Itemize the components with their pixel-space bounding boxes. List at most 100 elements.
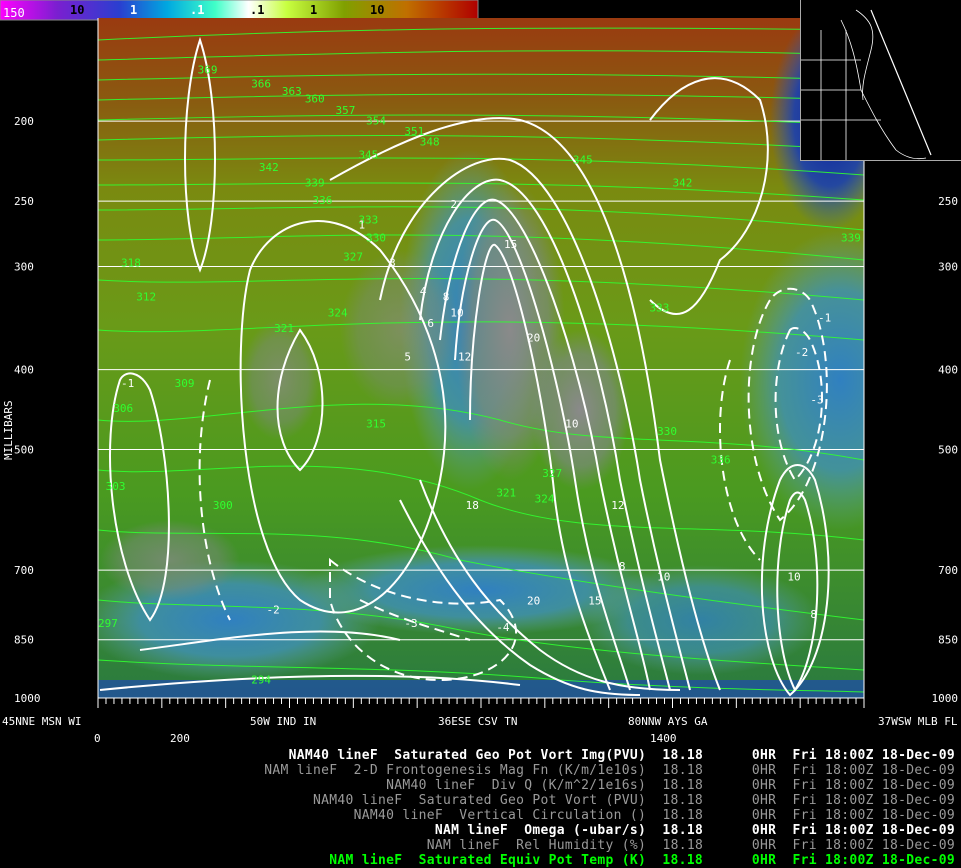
theta-e-label: 345	[573, 153, 593, 166]
omega-label: 18	[466, 499, 479, 512]
pressure-label: 850	[14, 634, 34, 647]
distance-label: 200	[170, 732, 190, 745]
theta-e-label: 303	[106, 480, 126, 493]
pressure-label: 400	[938, 364, 958, 377]
omega-label: 10	[657, 570, 670, 583]
omega-label: -3	[810, 394, 823, 407]
pressure-label: 1000	[932, 692, 959, 705]
distance-label: 1400	[650, 732, 677, 745]
legend-line: NAM40 lineF Div Q (K/m^2/1e16s) 18.18 0H…	[386, 778, 955, 793]
x-distance-labels: 0 200 1400	[94, 732, 677, 745]
theta-e-label: 300	[213, 499, 233, 512]
theta-e-label: 330	[657, 425, 677, 438]
theta-e-label: 369	[198, 63, 218, 76]
theta-e-label: 309	[175, 377, 195, 390]
station-label: 50W IND IN	[250, 715, 316, 728]
omega-label: 10	[787, 570, 800, 583]
theta-e-label: 339	[305, 176, 325, 189]
pressure-label: 300	[14, 260, 34, 273]
omega-label: 6	[427, 317, 434, 330]
legend-line: NAM lineF 2-D Frontogenesis Mag Fn (K/m/…	[264, 763, 955, 778]
y-axis-labels-right: 2002503004005007008501000	[932, 115, 959, 705]
station-label: 45NNE MSN WI	[2, 715, 81, 728]
theta-e-label: 342	[259, 161, 279, 174]
legend-line: NAM40 lineF Saturated Geo Pot Vort Img(P…	[288, 748, 955, 763]
omega-label: 8	[810, 608, 817, 621]
omega-label: 4	[420, 285, 427, 298]
state-lines	[801, 30, 881, 160]
us-map-outline	[801, 9, 932, 160]
station-labels: 45NNE MSN WI 50W IND IN 36ESE CSV TN 80NNW …	[2, 715, 958, 728]
theta-e-label: 354	[366, 115, 386, 128]
pressure-label: 1000	[14, 692, 41, 705]
omega-label: -2	[795, 346, 808, 359]
omega-label: 12	[611, 499, 624, 512]
pressure-label: 200	[14, 115, 34, 128]
pressure-label: 850	[938, 634, 958, 647]
omega-label: -1	[818, 312, 831, 325]
station-label: 37WSW MLB FL	[878, 715, 958, 728]
omega-label: 8	[443, 291, 450, 304]
colorbar-tick-label: 1	[130, 3, 137, 17]
omega-label: -3	[404, 617, 417, 630]
theta-e-label: 318	[121, 256, 141, 269]
omega-label: 20	[527, 332, 540, 345]
theta-e-label: 345	[358, 149, 378, 162]
theta-e-label: 348	[420, 135, 440, 148]
pressure-label: 700	[938, 564, 958, 577]
omega-label: 8	[619, 560, 626, 573]
colorbar-tick-label: 10	[370, 3, 384, 17]
omega-label: -4	[496, 621, 510, 634]
colorbar-tick-label: .1	[250, 3, 264, 17]
legend-line: NAM lineF Saturated Equiv Pot Temp (K) 1…	[329, 853, 955, 868]
pressure-label: 700	[14, 564, 34, 577]
y-axis-title: MILLIBARS	[2, 400, 15, 460]
omega-label: 15	[504, 238, 517, 251]
theta-e-label: 366	[251, 77, 271, 90]
omega-label: 10	[565, 417, 578, 430]
pressure-label: 500	[938, 444, 958, 457]
theta-e-label: 360	[305, 93, 325, 106]
legend-line: NAM lineF Omega (-ubar/s) 18.18 0HR Fri …	[434, 823, 955, 838]
theta-e-label: 330	[366, 232, 386, 245]
omega-label: 3	[389, 256, 396, 269]
theta-e-label: 297	[98, 617, 118, 630]
theta-e-label: 315	[366, 417, 386, 430]
omega-label: 2	[450, 198, 457, 211]
omega-label: 12	[458, 350, 471, 363]
theta-e-label: 336	[312, 194, 332, 207]
omega-label: 20	[527, 594, 540, 607]
station-label: 80NNW AYS GA	[628, 715, 708, 728]
omega-label: 1	[358, 219, 365, 232]
omega-label: -1	[121, 377, 134, 390]
theta-e-label: 339	[841, 232, 861, 245]
theta-e-label: 294	[251, 673, 271, 686]
theta-e-label: 327	[542, 467, 562, 480]
theta-e-label: 333	[650, 301, 670, 314]
y-axis-labels-left: 200 250 300 400 500 700 850 1000	[14, 115, 41, 705]
pressure-label: 300	[938, 260, 958, 273]
pressure-label: 250	[14, 195, 34, 208]
omega-label: -2	[267, 604, 280, 617]
legend-line: NAM40 lineF Saturated Geo Pot Vort (PVU)…	[312, 793, 955, 808]
station-label: 36ESE CSV TN	[438, 715, 517, 728]
coastline-east	[855, 9, 874, 101]
distance-label: 0	[94, 732, 101, 745]
colorbar-tick-label: .1	[190, 3, 204, 17]
colorbar-tick-label: 1	[310, 3, 317, 17]
theta-e-label: 324	[328, 307, 348, 320]
theta-e-label: 363	[282, 85, 302, 98]
pressure-label: 400	[14, 364, 34, 377]
colorbar-tick-label: 10	[70, 3, 84, 17]
theta-e-label: 336	[711, 454, 731, 467]
theta-e-label: 321	[496, 487, 516, 500]
theta-e-label: 342	[673, 176, 693, 189]
x-axis-ticks	[97, 698, 865, 708]
omega-label: 5	[404, 350, 411, 363]
legend-line: NAM40 lineF Vertical Circulation () 18.1…	[353, 808, 955, 823]
pressure-label: 250	[938, 195, 958, 208]
cross-section-line	[870, 9, 932, 156]
theta-e-label: 324	[535, 493, 555, 506]
pressure-label: 500	[14, 444, 34, 457]
legend-line: NAM lineF Rel Humidity (%) 18.18 0HR Fri…	[426, 838, 955, 853]
